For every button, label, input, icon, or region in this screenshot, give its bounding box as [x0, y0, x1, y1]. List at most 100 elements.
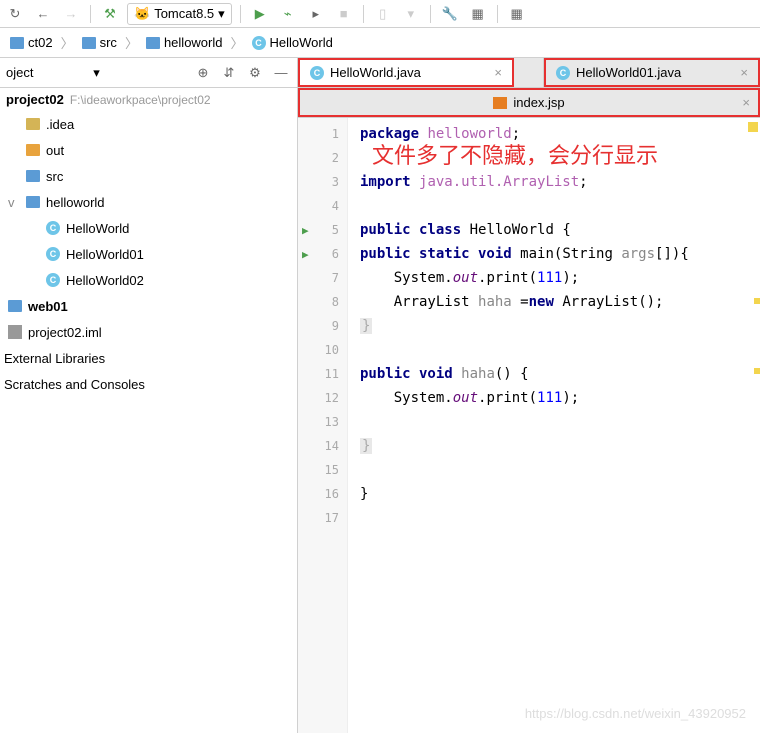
gutter-line[interactable]: 11 — [298, 362, 347, 386]
run-gutter-icon[interactable]: ▶ — [302, 224, 309, 237]
code-line[interactable] — [360, 410, 760, 434]
editor-tab[interactable]: C HelloWorld01.java × — [544, 58, 760, 87]
folder-icon — [82, 37, 96, 49]
code-line[interactable]: } — [360, 314, 760, 338]
gutter-line[interactable]: 15 — [298, 458, 347, 482]
code-line[interactable]: import java.util.ArrayList; — [360, 170, 760, 194]
close-icon[interactable]: × — [494, 65, 502, 80]
sidebar-title: oject — [6, 65, 87, 80]
code-line[interactable]: public static void main(String args[]){ — [360, 242, 760, 266]
code-line[interactable] — [360, 458, 760, 482]
module-item[interactable]: project02.iml — [4, 319, 293, 345]
chevron-down-icon[interactable]: ▾ — [93, 65, 100, 81]
run-icon[interactable]: ▶ — [249, 3, 271, 25]
attach-icon[interactable]: ▾ — [400, 3, 422, 25]
stop-icon[interactable]: ■ — [333, 3, 355, 25]
refresh-icon[interactable]: ↻ — [4, 3, 26, 25]
tree-item[interactable]: .idea — [4, 111, 293, 137]
build-icon[interactable]: ⚒ — [99, 3, 121, 25]
code-content[interactable]: 文件多了不隐藏，会分行显示 package helloworld;import … — [348, 118, 760, 733]
breadcrumb-item[interactable]: CHelloWorld — [246, 35, 339, 50]
project-name: project02 — [6, 92, 64, 107]
target-icon[interactable]: ⊕ — [193, 63, 213, 83]
tab-index-jsp[interactable]: index.jsp × — [298, 88, 760, 117]
minimize-icon[interactable]: — — [271, 63, 291, 83]
run-config-selector[interactable]: 🐱 Tomcat8.5 ▾ — [127, 3, 232, 25]
project-root[interactable]: project02 F:\ideaworkpace\project02 — [0, 88, 297, 111]
tab-label: HelloWorld.java — [330, 65, 421, 80]
gutter-line[interactable]: 14 — [298, 434, 347, 458]
tab-label: HelloWorld01.java — [576, 65, 681, 80]
settings-icon[interactable]: 🔧 — [439, 3, 461, 25]
profiler-icon[interactable]: ▯ — [372, 3, 394, 25]
breadcrumb-item[interactable]: helloworld — [140, 35, 229, 50]
search-everywhere-icon[interactable]: ▦ — [506, 3, 528, 25]
debug-icon[interactable]: ⌁ — [277, 3, 299, 25]
gutter-line[interactable]: 1 — [298, 122, 347, 146]
gear-icon[interactable]: ⚙ — [245, 63, 265, 83]
gutter-line[interactable]: 9 — [298, 314, 347, 338]
expand-icon[interactable]: v — [8, 195, 20, 210]
gutter-line[interactable]: 12 — [298, 386, 347, 410]
folder-icon — [146, 37, 160, 49]
tree-item[interactable]: CHelloWorld02 — [4, 267, 293, 293]
tree-item[interactable]: src — [4, 163, 293, 189]
warning-marker[interactable] — [748, 122, 758, 132]
run-gutter-icon[interactable]: ▶ — [302, 248, 309, 261]
warning-strip[interactable] — [754, 368, 760, 374]
gutter-line[interactable]: 8 — [298, 290, 347, 314]
gutter-line[interactable]: 17 — [298, 506, 347, 530]
breadcrumb-item[interactable]: src — [76, 35, 123, 50]
close-icon[interactable]: × — [740, 65, 748, 80]
coverage-icon[interactable]: ▸ — [305, 3, 327, 25]
scratches-consoles[interactable]: Scratches and Consoles — [0, 371, 297, 397]
gutter-line[interactable]: 16 — [298, 482, 347, 506]
gutter-line[interactable]: 3 — [298, 170, 347, 194]
annotation-overlay: 文件多了不隐藏，会分行显示 — [372, 138, 658, 170]
module-label: project02.iml — [28, 325, 102, 340]
code-line[interactable]: } — [360, 434, 760, 458]
gutter-line[interactable]: ▶5 — [298, 218, 347, 242]
breadcrumb-item[interactable]: ct02 — [4, 35, 59, 50]
code-line[interactable]: System.out.print(111); — [360, 266, 760, 290]
tree-item[interactable]: out — [4, 137, 293, 163]
tree-item[interactable]: CHelloWorld — [4, 215, 293, 241]
back-icon[interactable]: ← — [32, 3, 54, 25]
code-line[interactable]: } — [360, 482, 760, 506]
gutter-line[interactable]: 13 — [298, 410, 347, 434]
gutter-line[interactable]: ▶6 — [298, 242, 347, 266]
class-icon: C — [556, 66, 570, 80]
external-libraries[interactable]: External Libraries — [0, 345, 297, 371]
watermark: https://blog.csdn.net/weixin_43920952 — [525, 706, 746, 721]
code-line[interactable]: System.out.print(111); — [360, 386, 760, 410]
tree-item[interactable]: vhelloworld — [4, 189, 293, 215]
warning-strip[interactable] — [754, 298, 760, 304]
gutter-line[interactable]: 4 — [298, 194, 347, 218]
project-modules: web01 project02.iml — [0, 293, 297, 345]
run-config-label: Tomcat8.5 — [154, 6, 214, 21]
code-line[interactable]: ArrayList haha =new ArrayList(); — [360, 290, 760, 314]
project-tree: .ideaoutsrcvhelloworldCHelloWorldCHelloW… — [0, 111, 297, 293]
folder-icon — [26, 144, 40, 156]
editor-tab[interactable]: CHelloWorld.java× — [298, 58, 514, 87]
collapse-icon[interactable]: ⇵ — [219, 63, 239, 83]
close-icon[interactable]: × — [742, 95, 750, 110]
module-item[interactable]: web01 — [4, 293, 293, 319]
editor-tabs-row-1: CHelloWorld.java×CHelloWorld01.java× — [298, 58, 760, 88]
code-line[interactable] — [360, 506, 760, 530]
gutter-line[interactable]: 7 — [298, 266, 347, 290]
gutter-line[interactable]: 2 — [298, 146, 347, 170]
project-structure-icon[interactable]: ▦ — [467, 3, 489, 25]
folder-icon — [26, 196, 40, 208]
forward-icon[interactable]: → — [60, 3, 82, 25]
code-editor[interactable]: 1234▶5▶67891011121314151617 文件多了不隐藏，会分行显… — [298, 118, 760, 733]
tree-item[interactable]: CHelloWorld01 — [4, 241, 293, 267]
tree-label: src — [46, 169, 63, 184]
module-icon — [8, 300, 22, 312]
code-line[interactable]: public void haha() { — [360, 362, 760, 386]
code-line[interactable]: public class HelloWorld { — [360, 218, 760, 242]
chevron-down-icon: ▾ — [218, 6, 225, 22]
code-line[interactable] — [360, 194, 760, 218]
gutter-line[interactable]: 10 — [298, 338, 347, 362]
code-line[interactable] — [360, 338, 760, 362]
